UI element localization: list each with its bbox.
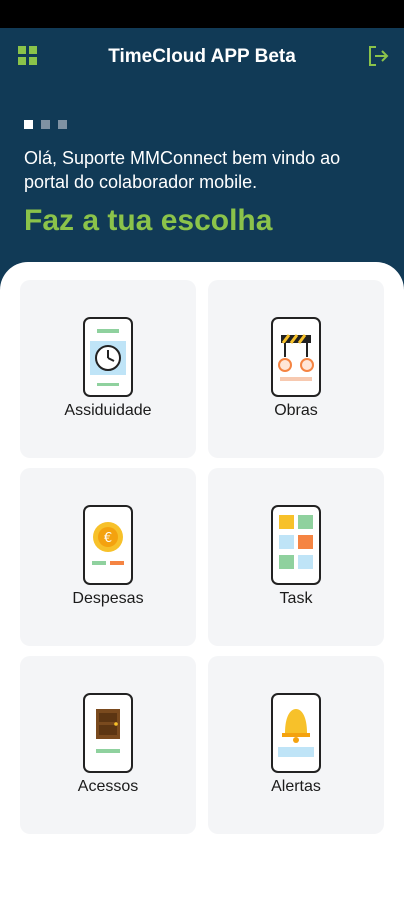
- carousel-dot-2[interactable]: [41, 120, 50, 129]
- tile-label: Obras: [274, 402, 318, 419]
- logout-icon[interactable]: [366, 44, 390, 68]
- app-header: TimeCloud APP Beta Olá, Suporte MMConnec…: [0, 28, 404, 290]
- tasks-phone-icon: [271, 505, 321, 585]
- svg-text:€: €: [104, 531, 112, 546]
- tile-label: Assiduidade: [64, 402, 152, 419]
- welcome-text: Olá, Suporte MMConnect bem vindo ao port…: [24, 148, 341, 192]
- tile-label: Acessos: [77, 778, 139, 795]
- clock-phone-icon: [83, 317, 133, 397]
- carousel-dot-3[interactable]: [58, 120, 67, 129]
- tile-task[interactable]: Task: [208, 468, 384, 646]
- door-phone-icon: [83, 693, 133, 773]
- tiles-panel: Assiduidade Obras € Despesas Task Acesso…: [0, 262, 404, 900]
- app-title: TimeCloud APP Beta: [108, 46, 296, 67]
- coin-phone-icon: €: [83, 505, 133, 585]
- tile-assiduidade[interactable]: Assiduidade: [20, 280, 196, 458]
- tile-obras[interactable]: Obras: [208, 280, 384, 458]
- tile-label: Alertas: [271, 778, 321, 795]
- tile-acessos[interactable]: Acessos: [20, 656, 196, 834]
- page-heading: Faz a tua escolha: [24, 204, 273, 237]
- tile-label: Despesas: [72, 590, 144, 607]
- status-bar: [0, 0, 404, 28]
- tile-label: Task: [279, 590, 313, 607]
- bell-phone-icon: [271, 693, 321, 773]
- tile-despesas[interactable]: € Despesas: [20, 468, 196, 646]
- tile-alertas[interactable]: Alertas: [208, 656, 384, 834]
- carousel-indicator: [24, 120, 67, 129]
- carousel-dot-1[interactable]: [24, 120, 33, 129]
- construction-phone-icon: [271, 317, 321, 397]
